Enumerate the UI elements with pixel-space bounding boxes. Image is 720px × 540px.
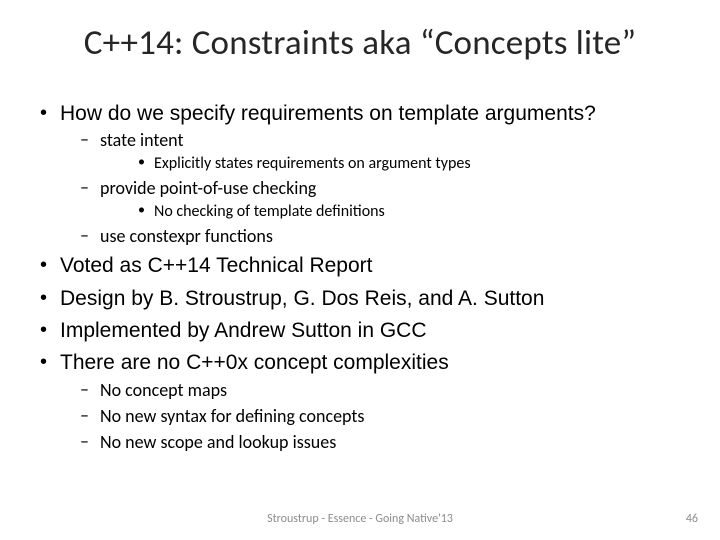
- bullet-text: Voted as C++14 Technical Report: [60, 254, 373, 277]
- slide-title: C++14: Constraints aka “Concepts lite”: [0, 22, 720, 64]
- list-item: No checking of template definitions: [136, 201, 688, 223]
- sublist: No checking of template definitions: [100, 201, 688, 223]
- list-item: Implemented by Andrew Sutton in GCC: [38, 317, 688, 345]
- list-item: There are no C++0x concept complexities …: [38, 349, 688, 454]
- sublist: No concept maps No new syntax for defini…: [60, 378, 688, 455]
- bullet-text: Design by B. Stroustrup, G. Dos Reis, an…: [60, 287, 544, 310]
- slide: C++14: Constraints aka “Concepts lite” H…: [0, 0, 720, 540]
- list-item: How do we specify requirements on templa…: [38, 100, 688, 248]
- bullet-text: use constexpr functions: [100, 225, 273, 247]
- list-item: No new scope and lookup issues: [78, 430, 688, 454]
- bullet-text: Explicitly states requirements on argume…: [154, 154, 471, 173]
- list-item: Voted as C++14 Technical Report: [38, 252, 688, 280]
- bullet-text: No new syntax for defining concepts: [100, 405, 364, 427]
- footer-text: Stroustrup - Essence - Going Native'13: [0, 512, 720, 526]
- page-number: 46: [686, 512, 698, 526]
- bullet-text: state intent: [100, 129, 184, 151]
- bullet-text: No new scope and lookup issues: [100, 431, 336, 453]
- bullet-text: No concept maps: [100, 379, 227, 401]
- list-item: state intent Explicitly states requireme…: [78, 128, 688, 174]
- list-item: No new syntax for defining concepts: [78, 404, 688, 428]
- list-item: Explicitly states requirements on argume…: [136, 153, 688, 175]
- list-item: No concept maps: [78, 378, 688, 402]
- list-item: Design by B. Stroustrup, G. Dos Reis, an…: [38, 285, 688, 313]
- bullet-text: There are no C++0x concept complexities: [60, 351, 449, 374]
- list-item: use constexpr functions: [78, 224, 688, 248]
- bullet-text: Implemented by Andrew Sutton in GCC: [60, 319, 427, 342]
- bullet-text: provide point-of-use checking: [100, 177, 316, 199]
- sublist: Explicitly states requirements on argume…: [100, 153, 688, 175]
- bullet-text: How do we specify requirements on templa…: [60, 102, 596, 125]
- sublist: state intent Explicitly states requireme…: [60, 128, 688, 248]
- slide-body: How do we specify requirements on templa…: [38, 100, 688, 459]
- list-item: provide point-of-use checking No checkin…: [78, 176, 688, 222]
- bullet-list: How do we specify requirements on templa…: [38, 100, 688, 455]
- bullet-text: No checking of template definitions: [154, 202, 385, 221]
